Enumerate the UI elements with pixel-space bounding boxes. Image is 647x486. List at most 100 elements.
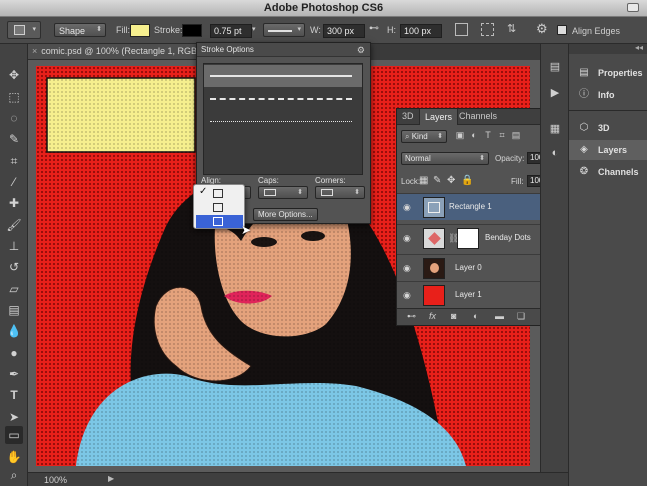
- lasso-tool-icon[interactable]: ◌: [5, 109, 23, 127]
- eye-icon[interactable]: ◉: [403, 263, 413, 273]
- lock-transparent-icon[interactable]: ▦: [419, 175, 428, 186]
- eraser-tool-icon[interactable]: ▱: [5, 280, 23, 298]
- path-selection-tool-icon[interactable]: ➤: [5, 408, 23, 426]
- lock-all-icon[interactable]: 🔒: [461, 175, 473, 186]
- healing-brush-tool-icon[interactable]: ✚: [5, 194, 23, 212]
- close-icon[interactable]: ×: [32, 46, 37, 56]
- dock-item-3d[interactable]: ⬡ 3D: [569, 118, 647, 138]
- stroke-width-field[interactable]: 0.75 pt: [210, 24, 252, 38]
- dock-item-layers[interactable]: ◈ Layers: [569, 140, 647, 160]
- chevron-down-icon: ⬍: [354, 189, 360, 196]
- rectangle-tool-icon[interactable]: ▭: [5, 426, 23, 444]
- stroke-width-chevron-icon[interactable]: ▾: [252, 25, 260, 39]
- eye-icon[interactable]: ◉: [403, 290, 413, 300]
- brush-tool-icon[interactable]: 🖌: [5, 216, 23, 234]
- lock-label: Lock:: [401, 177, 421, 186]
- shape-filter-icon[interactable]: ⌗: [497, 130, 507, 140]
- stroke-cap-icon: [264, 189, 276, 196]
- 3d-cube-icon: ⬡: [579, 122, 589, 133]
- pixel-filter-icon[interactable]: ▣: [455, 130, 465, 140]
- dock-item-properties[interactable]: ▤ Properties: [569, 63, 647, 83]
- layer-row-layer-1[interactable]: ◉ Layer 1: [397, 281, 564, 308]
- dock-item-channels[interactable]: ❂ Channels: [569, 162, 647, 182]
- link-layers-icon[interactable]: ⊷: [407, 311, 416, 322]
- type-tool-icon[interactable]: T: [5, 386, 23, 404]
- filter-kind-value: Kind: [411, 132, 428, 141]
- tab-channels[interactable]: Channels: [459, 111, 497, 121]
- lock-position-icon[interactable]: ✥: [447, 175, 455, 186]
- gear-icon[interactable]: ⚙: [357, 43, 365, 57]
- actions-icon[interactable]: ▶: [546, 84, 564, 102]
- history-brush-tool-icon[interactable]: ↺: [5, 258, 23, 276]
- quick-selection-tool-icon[interactable]: ✎: [5, 130, 23, 148]
- tab-layers[interactable]: Layers: [419, 109, 459, 125]
- move-tool-icon[interactable]: ✥: [5, 66, 23, 84]
- history-icon[interactable]: ▤: [546, 58, 564, 76]
- align-edges-checkbox[interactable]: [557, 25, 567, 35]
- height-field[interactable]: 100 px: [400, 24, 442, 38]
- adjustment-layer-icon[interactable]: ◐: [473, 311, 478, 321]
- clone-stamp-tool-icon[interactable]: ⊥: [5, 237, 23, 255]
- zoom-level[interactable]: 100%: [44, 475, 67, 485]
- dock-divider: [569, 110, 647, 111]
- layer-row-layer-0[interactable]: ◉ Layer 0: [397, 254, 564, 281]
- align-inside-option[interactable]: ✓: [196, 186, 243, 200]
- shape-mode-select[interactable]: Shape ⬍: [54, 23, 106, 37]
- gradient-tool-icon[interactable]: ▤: [5, 301, 23, 319]
- zoom-tool-icon[interactable]: ⌕: [5, 466, 23, 484]
- path-alignment-icon[interactable]: [481, 23, 494, 36]
- caps-select[interactable]: ⬍: [258, 186, 308, 199]
- eyedropper-tool-icon[interactable]: ⁄: [5, 173, 23, 191]
- filter-kind-select[interactable]: ⌕ Kind ⬍: [401, 130, 447, 143]
- adjustment-filter-icon[interactable]: ◐: [469, 130, 479, 140]
- fullscreen-button[interactable]: [627, 3, 639, 12]
- stroke-style-dotted[interactable]: [204, 111, 362, 133]
- document-tab[interactable]: × comic.psd @ 100% (Rectangle 1, RGB: [32, 46, 197, 56]
- align-outside-option[interactable]: [196, 215, 243, 228]
- search-icon: ⌕: [405, 132, 410, 141]
- path-arrangement-icon[interactable]: ⇅: [507, 22, 516, 36]
- layer-mask-thumbnail[interactable]: [457, 228, 479, 249]
- mouse-cursor-icon: ➤: [241, 223, 252, 237]
- stroke-style-dashed[interactable]: [204, 88, 362, 110]
- corners-select[interactable]: ⬍: [315, 186, 365, 199]
- layer-row-benday-dots[interactable]: ◉ ⛓ Benday Dots: [397, 224, 564, 251]
- pen-tool-icon[interactable]: ✒: [5, 365, 23, 383]
- new-group-icon[interactable]: ▬: [495, 311, 504, 321]
- type-filter-icon[interactable]: T: [483, 130, 493, 140]
- width-field[interactable]: 300 px: [323, 24, 365, 38]
- lock-image-icon[interactable]: ✎: [433, 175, 441, 186]
- crop-tool-icon[interactable]: ⌗: [5, 152, 23, 170]
- smart-object-filter-icon[interactable]: ▤: [511, 130, 521, 140]
- blur-tool-icon[interactable]: 💧: [5, 322, 23, 340]
- tool-preset-picker[interactable]: ▾: [7, 21, 41, 39]
- eye-icon[interactable]: ◉: [403, 202, 413, 212]
- path-operations-icon[interactable]: [455, 23, 468, 36]
- marquee-tool-icon[interactable]: ⬚: [5, 88, 23, 106]
- more-options-button[interactable]: More Options...: [253, 208, 318, 221]
- swatches-icon[interactable]: ▦: [546, 120, 564, 138]
- add-mask-icon[interactable]: ◙: [451, 311, 456, 321]
- status-menu-arrow-icon[interactable]: ▶: [108, 474, 114, 483]
- shape-icon: [428, 202, 440, 213]
- adjustments-icon[interactable]: ◐: [546, 144, 564, 162]
- collapse-icon[interactable]: ◂◂: [635, 43, 643, 52]
- dock-item-info[interactable]: ⓘ Info: [569, 85, 647, 105]
- gear-icon[interactable]: ⚙: [536, 21, 548, 36]
- dodge-tool-icon[interactable]: ●: [5, 344, 23, 362]
- link-icon[interactable]: ⊷: [369, 23, 379, 37]
- stroke-swatch[interactable]: [182, 24, 202, 37]
- tab-3d[interactable]: 3D: [402, 111, 414, 121]
- blend-mode-select[interactable]: Normal ⬍: [401, 152, 489, 165]
- eye-icon[interactable]: ◉: [403, 233, 413, 243]
- layer-row-rectangle-1[interactable]: ◉ Rectangle 1: [397, 193, 564, 220]
- fx-icon[interactable]: fx: [429, 311, 436, 321]
- stroke-type-select[interactable]: ▾: [263, 23, 305, 37]
- hand-tool-icon[interactable]: ✋: [5, 448, 23, 466]
- fill-swatch[interactable]: [130, 24, 150, 37]
- stroke-style-solid[interactable]: [204, 65, 362, 87]
- new-layer-icon[interactable]: ❏: [517, 311, 525, 322]
- rectangle-tool-icon: [14, 25, 25, 35]
- align-center-option[interactable]: [196, 201, 243, 214]
- options-bar: ▾ Shape ⬍ Fill: Stroke: 0.75 pt ▾ ▾ W: 3…: [0, 17, 647, 44]
